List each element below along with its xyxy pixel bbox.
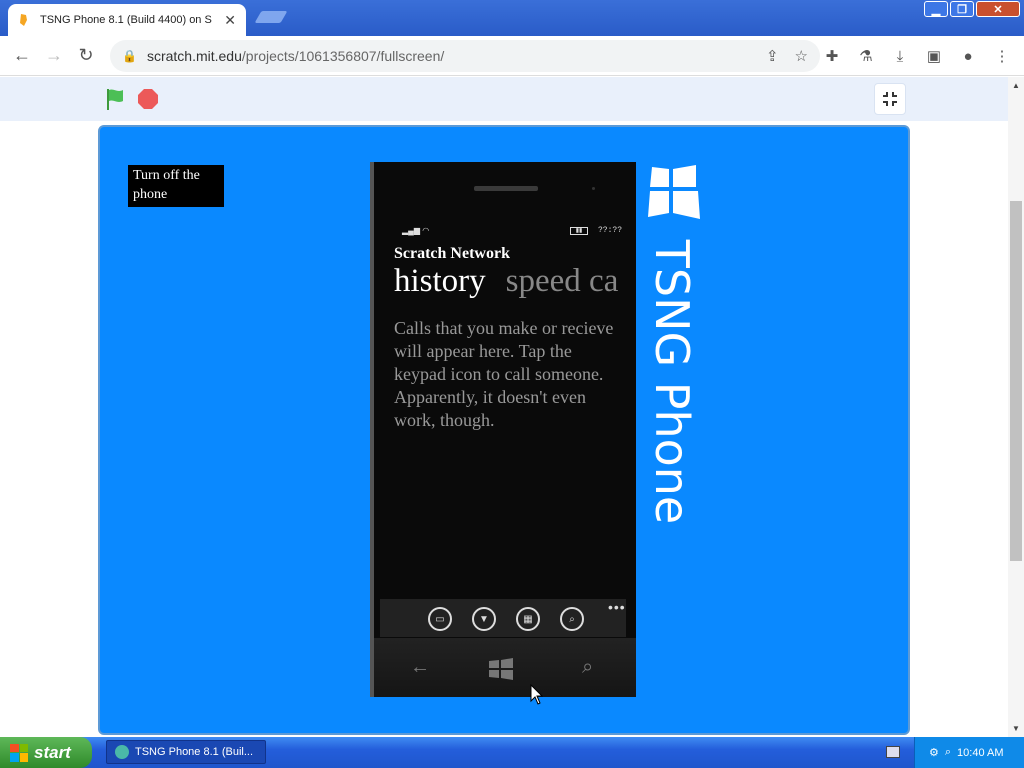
windows-start-icon[interactable]	[488, 658, 514, 680]
close-window-button[interactable]: ✕	[976, 1, 1020, 17]
stage-controls	[0, 77, 1008, 121]
phone-time: ??:??	[598, 226, 623, 235]
page-scrollbar[interactable]: ▲ ▼	[1008, 77, 1024, 737]
minimize-button[interactable]: ▁	[924, 1, 948, 17]
scroll-up-icon[interactable]: ▲	[1012, 81, 1020, 90]
browser-tools: ✚ ⚗ ⤓ ▣ ● ⋮	[816, 40, 1018, 72]
new-tab-button[interactable]	[254, 11, 288, 23]
scratch-favicon-icon	[20, 14, 27, 26]
browser-tab[interactable]: TSNG Phone 8.1 (Build 4400) on Sc ✕	[8, 4, 246, 36]
tab-close-icon[interactable]: ✕	[224, 12, 236, 29]
call-history-message: Calls that you make or recieve will appe…	[394, 318, 614, 430]
phone-speaker	[474, 186, 538, 191]
scroll-down-icon[interactable]: ▼	[1012, 724, 1020, 733]
windows-flag-icon	[10, 743, 28, 762]
tab-title: TSNG Phone 8.1 (Build 4400) on Sc	[40, 14, 212, 26]
phone-app-bar: ▭ ▼ ▦ ⌕ •••	[380, 599, 626, 637]
search-icon[interactable]: ⌕	[560, 607, 584, 631]
url-path: /projects/1061356807/fullscreen/	[241, 48, 445, 64]
labs-flask-icon[interactable]: ⚗	[850, 40, 882, 72]
back-button[interactable]: ←	[6, 40, 38, 72]
project-stage[interactable]: Turn off the phone ▂▄▆ ◠ ▮▮ ??:?? Scratc…	[98, 125, 910, 735]
phone-search-icon[interactable]: ⌕	[582, 656, 593, 679]
task-label: TSNG Phone 8.1 (Buil...	[135, 746, 253, 758]
browser-toolbar: ← → ↻ 🔒 scratch.mit.edu/projects/1061356…	[0, 36, 1024, 76]
start-button[interactable]: start	[0, 737, 92, 768]
window-controls: ▁ ❐ ✕	[924, 1, 1020, 17]
download-icon[interactable]: ⤓	[884, 40, 916, 72]
green-flag-icon[interactable]	[104, 87, 128, 111]
windows-phone-logo-icon	[648, 165, 700, 219]
url-domain: scratch.mit.edu	[146, 48, 242, 64]
phone-camera	[592, 187, 595, 190]
forward-button[interactable]: →	[38, 40, 70, 72]
phone-device: ▂▄▆ ◠ ▮▮ ??:?? Scratch Network history sp…	[370, 162, 636, 697]
url-text[interactable]: scratch.mit.edu/projects/1061356807/full…	[147, 48, 444, 64]
restore-button[interactable]: ❐	[950, 1, 974, 17]
stop-sign-icon[interactable]	[138, 89, 158, 109]
lock-icon[interactable]: 🔒	[122, 49, 137, 63]
system-tray: ⚙ ⌕ 10:40 AM	[914, 737, 1024, 768]
mouse-cursor-icon	[530, 684, 544, 705]
taskbar-window-button[interactable]: TSNG Phone 8.1 (Buil...	[106, 740, 266, 764]
contacts-icon[interactable]: ▼	[472, 607, 496, 631]
address-bar[interactable]: 🔒 scratch.mit.edu/projects/1061356807/fu…	[110, 40, 820, 72]
signal-icon: ▂▄▆ ◠	[402, 226, 430, 235]
browser-titlebar: TSNG Phone 8.1 (Build 4400) on Sc ✕ ▁ ❐ …	[0, 0, 1024, 36]
profile-icon[interactable]: ●	[952, 40, 984, 72]
search-tray-icon[interactable]: ⌕	[945, 746, 951, 759]
windows-taskbar: start TSNG Phone 8.1 (Buil... ⚙ ⌕ 10:40 …	[0, 737, 1024, 768]
exit-fullscreen-icon	[883, 92, 897, 106]
pivot-history[interactable]: history	[394, 263, 486, 299]
scratch-fullscreen-page: Turn off the phone ▂▄▆ ◠ ▮▮ ??:?? Scratc…	[0, 77, 1008, 737]
reload-button[interactable]: ↻	[70, 40, 102, 72]
extensions-icon[interactable]: ✚	[816, 40, 848, 72]
phone-hardware-buttons: ← ⌕	[374, 638, 636, 697]
more-options-icon[interactable]: •••	[608, 599, 626, 615]
back-arrow-icon[interactable]: ←	[410, 656, 430, 679]
network-icon[interactable]: ⚙	[929, 746, 939, 759]
brand-title: TSNG Phone	[645, 237, 699, 527]
exit-fullscreen-button[interactable]	[874, 83, 906, 115]
menu-icon[interactable]: ⋮	[986, 40, 1018, 72]
bookmark-star-icon[interactable]: ☆	[795, 47, 808, 65]
chrome-task-icon	[115, 745, 129, 759]
pivot-header: history speed ca	[394, 263, 634, 300]
app-title: Scratch Network	[394, 245, 510, 262]
share-icon[interactable]: ⇪	[766, 47, 779, 65]
clock[interactable]: 10:40 AM	[957, 747, 1003, 759]
phone-status-bar: ▂▄▆ ◠ ▮▮ ??:??	[402, 226, 622, 238]
pivot-speed-dial[interactable]: speed ca	[506, 263, 619, 299]
brand-text: TSNG Phone	[645, 239, 699, 525]
keyboard-icon[interactable]	[886, 746, 900, 758]
start-label: start	[34, 742, 71, 762]
voicemail-icon[interactable]: ▭	[428, 607, 452, 631]
turn-off-phone-label[interactable]: Turn off the phone	[128, 165, 224, 207]
side-panel-icon[interactable]: ▣	[918, 40, 950, 72]
scrollbar-thumb[interactable]	[1010, 201, 1022, 561]
keypad-icon[interactable]: ▦	[516, 607, 540, 631]
battery-icon: ▮▮	[570, 227, 588, 235]
